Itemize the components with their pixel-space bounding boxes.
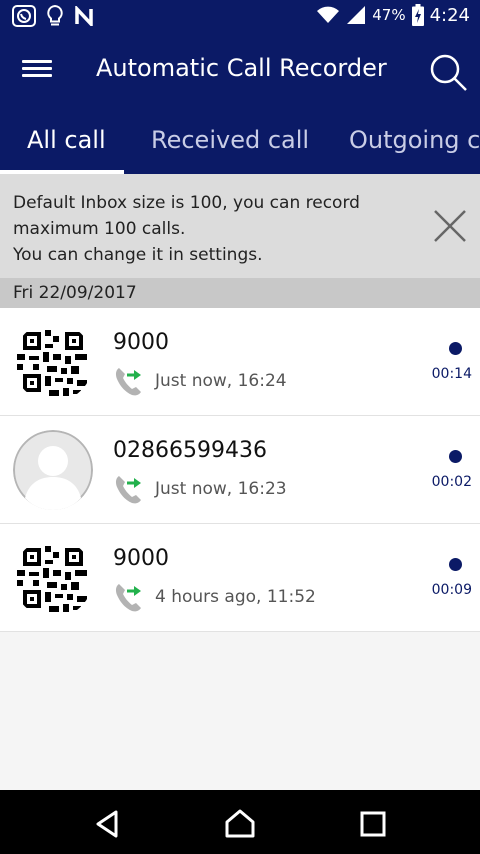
call-row[interactable]: 02866599436 Just now, 16:23 00:02 <box>0 416 480 524</box>
notice-line-1: Default Inbox size is 100, you can recor… <box>13 193 360 239</box>
call-duration: 00:09 <box>431 582 472 598</box>
default-person-avatar-icon <box>13 430 93 510</box>
n-app-icon <box>75 6 93 26</box>
outgoing-call-icon <box>115 476 141 504</box>
new-recording-dot <box>449 450 462 463</box>
phone-number: 02866599436 <box>113 438 267 463</box>
status-system-icons: 47% 4:24 <box>316 4 470 26</box>
call-duration: 00:14 <box>431 366 472 382</box>
phone-number: 9000 <box>113 546 169 571</box>
search-icon[interactable] <box>426 50 470 94</box>
call-duration: 00:02 <box>431 474 472 490</box>
qr-code-avatar-icon <box>13 538 93 618</box>
signal-icon <box>347 6 366 24</box>
system-nav-bar <box>0 790 480 854</box>
recent-apps-icon[interactable] <box>355 806 391 842</box>
notice-text: Default Inbox size is 100, you can recor… <box>13 190 423 268</box>
battery-charging-icon <box>411 4 424 26</box>
close-icon[interactable] <box>430 206 470 246</box>
status-bar: 47% 4:24 <box>0 0 480 32</box>
app-bar: Automatic Call Recorder <box>0 32 480 112</box>
tab-all-call[interactable]: All call <box>27 126 106 154</box>
qr-code-avatar-icon <box>13 322 93 402</box>
notice-line-2: You can change it in settings. <box>13 245 263 265</box>
inbox-size-notice: Default Inbox size is 100, you can recor… <box>0 174 480 278</box>
tab-received-call[interactable]: Received call <box>151 126 309 154</box>
call-time: Just now, 16:23 <box>155 479 287 499</box>
new-recording-dot <box>449 558 462 571</box>
outgoing-call-icon <box>115 368 141 396</box>
back-icon[interactable] <box>90 806 126 842</box>
call-recorder-notification-icon <box>12 5 36 27</box>
outgoing-call-icon <box>115 584 141 612</box>
call-row[interactable]: 9000 4 hours ago, 11:52 00:09 <box>0 524 480 632</box>
wifi-icon <box>317 6 340 23</box>
call-time: Just now, 16:24 <box>155 371 287 391</box>
call-list: 9000 Just now, 16:24 00:14 02866599436 J… <box>0 308 480 632</box>
call-time: 4 hours ago, 11:52 <box>155 587 316 607</box>
app-title: Automatic Call Recorder <box>96 54 387 82</box>
status-notification-icons <box>12 5 94 27</box>
call-row[interactable]: 9000 Just now, 16:24 00:14 <box>0 308 480 416</box>
date-section-header: Fri 22/09/2017 <box>0 278 480 308</box>
date-label: Fri 22/09/2017 <box>13 283 137 303</box>
hamburger-menu-icon[interactable] <box>22 56 52 86</box>
home-icon[interactable] <box>222 806 258 842</box>
status-time: 4:24 <box>429 4 470 26</box>
lightbulb-icon <box>47 5 63 26</box>
tab-outgoing-call[interactable]: Outgoing ca <box>349 126 480 154</box>
phone-number: 9000 <box>113 330 169 355</box>
battery-percent: 47% <box>372 6 406 24</box>
new-recording-dot <box>449 342 462 355</box>
tab-bar: All call Received call Outgoing ca <box>0 112 480 174</box>
